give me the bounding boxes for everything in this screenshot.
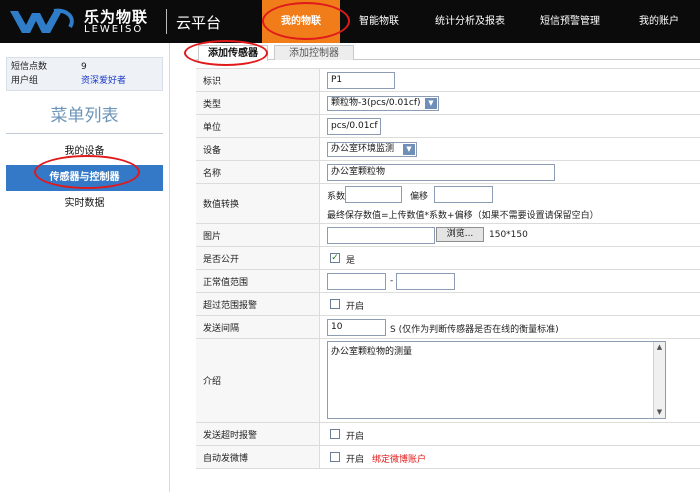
- label-conversion: 数值转换: [196, 184, 320, 223]
- sidebar-item-my-devices[interactable]: 我的设备: [6, 139, 163, 165]
- device-select[interactable]: 办公室环境监测 ▼: [327, 142, 417, 157]
- public-checkbox[interactable]: ✓: [330, 253, 340, 263]
- row-image: 图片 浏览... 150*150: [196, 224, 700, 247]
- label-auto-weibo: 自动发微博: [196, 446, 320, 468]
- stat-user-group: 用户组 资深爱好者: [11, 74, 158, 88]
- bind-weibo-link[interactable]: 绑定微博账户: [372, 452, 426, 465]
- name-input[interactable]: 办公室颗粒物: [327, 164, 555, 181]
- row-auto-weibo: 自动发微博 开启 绑定微博账户: [196, 446, 700, 469]
- row-conversion: 数值转换 系数 偏移 最终保存数值=上传数值*系数+偏移（如果不需要设置请保留空…: [196, 184, 700, 224]
- row-timeout-alarm: 发送超时报警 开启: [196, 423, 700, 446]
- chevron-down-icon: ▼: [403, 144, 415, 155]
- auto-weibo-option-label: 开启: [346, 455, 365, 465]
- row-public: 是否公开 ✓ 是: [196, 247, 700, 270]
- label-image: 图片: [196, 224, 320, 246]
- platform-title: 云平台: [176, 14, 222, 32]
- row-unit: 单位 pcs/0.01cf: [196, 115, 700, 138]
- label-interval: 发送间隔: [196, 316, 320, 338]
- account-stats: 短信点数 9 用户组 资深爱好者: [6, 57, 163, 91]
- sidebar-item-realtime-data[interactable]: 实时数据: [6, 191, 163, 217]
- label-public: 是否公开: [196, 247, 320, 269]
- sensor-form: 标识 P1 类型 颗粒物-3(pcs/0.01cf) ▼ 单位 pcs/0.01…: [196, 68, 700, 469]
- tab-add-sensor[interactable]: 添加传感器: [198, 45, 268, 61]
- nav-my-account[interactable]: 我的账户: [618, 0, 700, 43]
- nav-statistics[interactable]: 统计分析及报表: [418, 0, 522, 43]
- brand-name-en: LEWEISO: [84, 24, 144, 35]
- logo-divider: [166, 9, 167, 34]
- intro-textarea[interactable]: 办公室颗粒物的测量 ▲ ▼: [327, 341, 666, 419]
- coef-label: 系数: [327, 192, 346, 202]
- offset-label: 偏移: [410, 192, 429, 202]
- row-intro: 介绍 办公室颗粒物的测量 ▲ ▼: [196, 339, 700, 423]
- conversion-hint: 最终保存数值=上传数值*系数+偏移（如果不需要设置请保留空白）: [327, 211, 599, 221]
- range-alarm-option-label: 开启: [346, 302, 365, 312]
- chevron-down-icon: ▼: [425, 98, 437, 109]
- label-timeout-alarm: 发送超时报警: [196, 423, 320, 445]
- range-alarm-checkbox[interactable]: [330, 299, 340, 309]
- top-bar: 乐为物联 LEWEISO 云平台 我的物联 智能物联 统计分析及报表 短信预警管…: [0, 0, 700, 43]
- image-size-hint: 150*150: [489, 230, 528, 240]
- range-min-input[interactable]: [327, 273, 386, 290]
- offset-input[interactable]: [434, 186, 493, 203]
- stat-group-label: 用户组: [11, 76, 39, 86]
- auto-weibo-checkbox[interactable]: [330, 452, 340, 462]
- browse-button[interactable]: 浏览...: [436, 227, 484, 242]
- type-select-value: 颗粒物-3(pcs/0.01cf): [331, 98, 421, 108]
- row-name: 名称 办公室颗粒物: [196, 161, 700, 184]
- intro-scrollbar[interactable]: ▲ ▼: [653, 342, 665, 418]
- range-separator: -: [390, 276, 394, 286]
- coef-input[interactable]: [345, 186, 402, 203]
- row-interval: 发送间隔 10 S (仅作为判断传感器是否在线的衡量标准): [196, 316, 700, 339]
- scroll-up-icon[interactable]: ▲: [654, 342, 665, 353]
- scroll-down-icon[interactable]: ▼: [654, 407, 665, 418]
- row-range: 正常值范围 -: [196, 270, 700, 293]
- label-device: 设备: [196, 138, 320, 160]
- sidebar: 短信点数 9 用户组 资深爱好者 菜单列表 我的设备 传感器与控制器 实时数据: [0, 43, 170, 492]
- timeout-alarm-option-label: 开启: [346, 432, 365, 442]
- stat-sms-value: 9: [81, 62, 87, 72]
- leweiso-logo-icon: [10, 8, 74, 33]
- label-id: 标识: [196, 69, 320, 91]
- id-input[interactable]: P1: [327, 72, 395, 89]
- sidebar-item-sensors-controllers[interactable]: 传感器与控制器: [6, 165, 163, 191]
- nav-sms-alert[interactable]: 短信预警管理: [522, 0, 618, 43]
- label-range: 正常值范围: [196, 270, 320, 292]
- intro-text: 办公室颗粒物的测量: [331, 347, 413, 357]
- tab-add-controller[interactable]: 添加控制器: [274, 45, 354, 60]
- range-max-input[interactable]: [396, 273, 455, 290]
- unit-input[interactable]: pcs/0.01cf: [327, 118, 381, 135]
- label-name: 名称: [196, 161, 320, 183]
- stat-sms-label: 短信点数: [11, 62, 48, 72]
- public-option-label: 是: [346, 256, 356, 266]
- row-id: 标识 P1: [196, 69, 700, 92]
- device-select-value: 办公室环境监测: [331, 144, 395, 154]
- label-range-alarm: 超过范围报警: [196, 293, 320, 315]
- label-unit: 单位: [196, 115, 320, 137]
- label-type: 类型: [196, 92, 320, 114]
- interval-hint: S (仅作为判断传感器是否在线的衡量标准): [390, 325, 559, 335]
- label-intro: 介绍: [196, 339, 320, 422]
- type-select[interactable]: 颗粒物-3(pcs/0.01cf) ▼: [327, 96, 439, 111]
- row-type: 类型 颗粒物-3(pcs/0.01cf) ▼: [196, 92, 700, 115]
- main-nav: 我的物联 智能物联 统计分析及报表 短信预警管理 我的账户: [262, 0, 700, 43]
- stat-group-value[interactable]: 资深爱好者: [81, 74, 126, 88]
- image-file-input[interactable]: [327, 227, 435, 244]
- nav-my-iot[interactable]: 我的物联: [262, 0, 340, 43]
- nav-smart-iot[interactable]: 智能物联: [340, 0, 418, 43]
- tab-bar: 添加传感器 添加控制器: [196, 43, 700, 61]
- interval-input[interactable]: 10: [327, 319, 386, 336]
- row-device: 设备 办公室环境监测 ▼: [196, 138, 700, 161]
- timeout-alarm-checkbox[interactable]: [330, 429, 340, 439]
- row-range-alarm: 超过范围报警 开启: [196, 293, 700, 316]
- menu-title: 菜单列表: [6, 101, 163, 134]
- stat-sms-points: 短信点数 9: [11, 60, 158, 74]
